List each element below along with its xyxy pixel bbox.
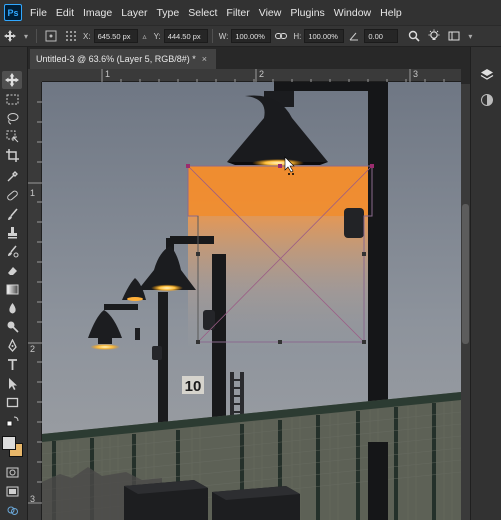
- reference-grid-icon[interactable]: [63, 28, 79, 44]
- history-brush-icon[interactable]: [2, 242, 22, 260]
- healing-brush-icon[interactable]: [2, 186, 22, 204]
- crop-tool-icon[interactable]: [2, 146, 22, 164]
- menu-view[interactable]: View: [259, 7, 282, 19]
- close-icon[interactable]: ×: [202, 54, 207, 64]
- screen-mode-icon[interactable]: [2, 482, 22, 500]
- tools-panel: [0, 47, 28, 520]
- document-tab-bar: Untitled-3 @ 63.6% (Layer 5, RGB/8#) * ×: [28, 47, 501, 69]
- ruler-origin[interactable]: [28, 69, 42, 82]
- ruler-label: 2: [30, 344, 36, 354]
- lasso-tool-icon[interactable]: [2, 109, 22, 127]
- menu-plugins[interactable]: Plugins: [290, 7, 324, 19]
- menu-layer[interactable]: Layer: [121, 7, 147, 19]
- blur-tool-icon[interactable]: [2, 299, 22, 317]
- background-photo: 10: [42, 82, 461, 520]
- document-canvas[interactable]: 10: [42, 82, 461, 520]
- adjustments-panel-icon[interactable]: [477, 90, 497, 110]
- foreground-color-swatch[interactable]: [2, 436, 16, 450]
- menu-window[interactable]: Window: [334, 7, 371, 19]
- vertical-ruler[interactable]: 1 2 3: [28, 82, 42, 520]
- lightbulb-icon[interactable]: [426, 28, 442, 44]
- pen-tool-icon[interactable]: [2, 336, 22, 354]
- x-label: X:: [83, 31, 91, 41]
- platform-sign-number: 10: [185, 378, 202, 395]
- gradient-tool-icon[interactable]: [2, 280, 22, 298]
- menu-filter[interactable]: Filter: [226, 7, 249, 19]
- menu-select[interactable]: Select: [188, 7, 217, 19]
- move-tool-icon[interactable]: [2, 28, 18, 44]
- marquee-tool-icon[interactable]: [2, 90, 22, 108]
- scrollbar-thumb[interactable]: [462, 204, 469, 344]
- chevron-down-icon[interactable]: ▾: [22, 28, 30, 44]
- ruler-label: 3: [413, 69, 419, 79]
- vertical-scrollbar[interactable]: [461, 84, 470, 520]
- document-tab-title: Untitled-3 @ 63.6% (Layer 5, RGB/8#) *: [36, 54, 196, 64]
- object-selection-icon[interactable]: [2, 127, 22, 145]
- menu-file[interactable]: File: [30, 7, 47, 19]
- y-label: Y:: [153, 31, 161, 41]
- dodge-tool-icon[interactable]: [2, 317, 22, 335]
- divider: [211, 29, 213, 43]
- options-bar: ▾ X: 645.50 px ▵ Y: 444.50 px W: 100.00%…: [0, 25, 501, 47]
- search-icon[interactable]: [406, 28, 422, 44]
- w-label: W:: [218, 31, 229, 41]
- ruler-label: 1: [105, 69, 111, 79]
- menu-bar: Ps File Edit Image Layer Type Select Fil…: [0, 0, 501, 25]
- horizontal-ruler[interactable]: 1 2 3: [42, 69, 461, 82]
- ruler-label: 2: [259, 69, 265, 79]
- swap-colors-icon[interactable]: [2, 412, 22, 430]
- menu-image[interactable]: Image: [83, 7, 112, 19]
- clone-stamp-icon[interactable]: [2, 223, 22, 241]
- layers-panel-icon[interactable]: [477, 65, 497, 85]
- panels-dock: [470, 47, 501, 520]
- menu-edit[interactable]: Edit: [56, 7, 74, 19]
- eraser-tool-icon[interactable]: [2, 261, 22, 279]
- menu-type[interactable]: Type: [156, 7, 179, 19]
- move-tool-icon[interactable]: [2, 71, 22, 89]
- angle-field[interactable]: 0.00: [364, 29, 399, 43]
- link-icon[interactable]: [273, 28, 289, 44]
- triangle-icon: ▵: [142, 31, 147, 41]
- height-field[interactable]: 100.00%: [304, 29, 345, 43]
- x-position-field[interactable]: 645.50 px: [93, 29, 138, 43]
- rectangle-tool-icon[interactable]: [2, 393, 22, 411]
- reference-point-icon[interactable]: [43, 28, 59, 44]
- type-tool-icon[interactable]: [2, 355, 22, 373]
- y-position-field[interactable]: 444.50 px: [163, 29, 208, 43]
- document-tab[interactable]: Untitled-3 @ 63.6% (Layer 5, RGB/8#) * ×: [30, 49, 216, 69]
- width-field[interactable]: 100.00%: [231, 29, 272, 43]
- ruler-label: 3: [30, 494, 36, 504]
- brush-tool-icon[interactable]: [2, 205, 22, 223]
- quick-mask-icon[interactable]: [2, 463, 22, 481]
- extras-icon[interactable]: [2, 501, 22, 519]
- menu-help[interactable]: Help: [380, 7, 402, 19]
- ruler-label: 1: [30, 188, 36, 198]
- h-label: H:: [293, 31, 302, 41]
- rotate-angle-icon: [346, 28, 362, 44]
- path-selection-icon[interactable]: [2, 374, 22, 392]
- photoshop-logo: Ps: [4, 4, 22, 21]
- divider: [36, 29, 37, 43]
- workspace-icon[interactable]: [446, 28, 462, 44]
- chevron-down-icon[interactable]: ▾: [466, 28, 474, 44]
- eyedropper-tool-icon[interactable]: [2, 167, 22, 185]
